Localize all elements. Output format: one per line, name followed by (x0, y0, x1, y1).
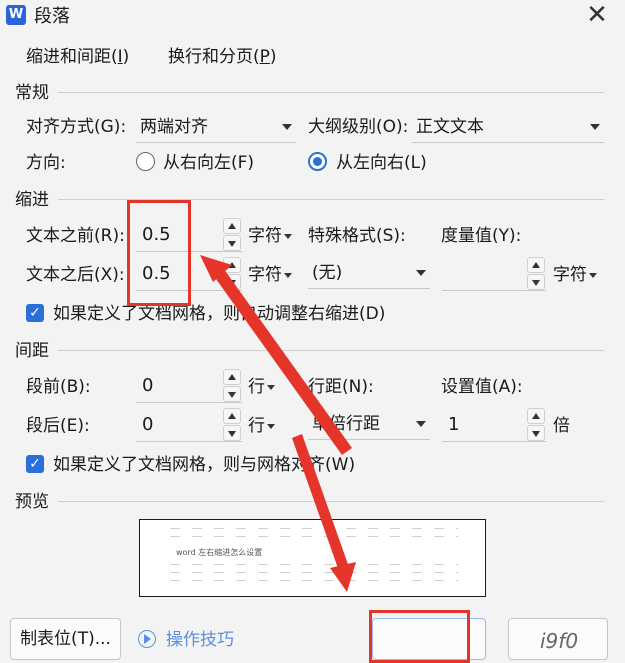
annotation-arrow-head (330, 562, 356, 592)
annotation-arrow-shaft (211, 265, 352, 455)
annotation-arrows (200, 255, 356, 592)
annotation-arrow-shaft (292, 434, 350, 574)
